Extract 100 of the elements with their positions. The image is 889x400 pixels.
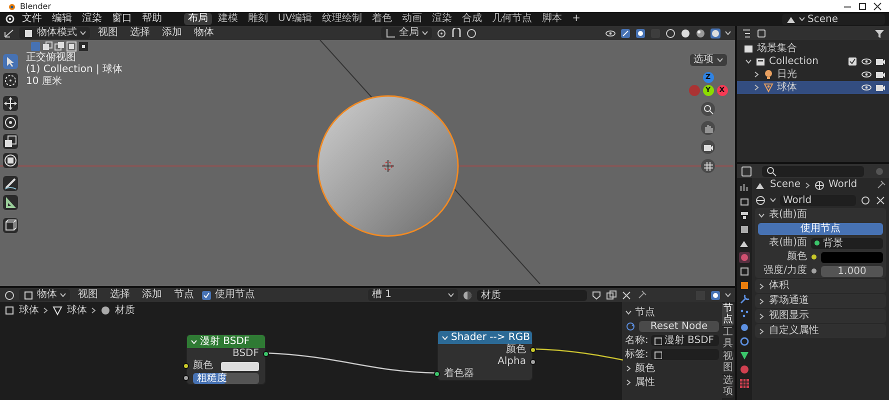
shader-node[interactable]: Shader --> RGB 颜色 Alpha 着色器	[437, 330, 533, 381]
output-tab-icon[interactable]	[739, 210, 750, 221]
menu-item[interactable]: 帮助	[138, 13, 166, 25]
breadcrumb-item[interactable]: 球体	[19, 303, 39, 317]
editor-type-icon[interactable]	[4, 28, 15, 38]
camera-icon[interactable]	[875, 56, 886, 67]
outliner-item[interactable]: 场景集合	[757, 42, 797, 54]
menu-item[interactable]: 添加	[158, 27, 186, 39]
world-icon[interactable]	[755, 194, 766, 206]
sidebar-tab[interactable]: 视图	[722, 351, 734, 374]
outliner-type-icon[interactable]	[741, 28, 752, 38]
menu-item[interactable]: 视图	[94, 27, 122, 39]
add-tool-icon[interactable]	[3, 218, 18, 233]
sidebar-tab[interactable]: 选项	[722, 375, 734, 398]
search-field[interactable]	[762, 166, 864, 176]
cube-icon[interactable]	[23, 28, 34, 38]
material-tab-icon[interactable]	[739, 364, 750, 375]
wrench-icon[interactable]	[739, 294, 750, 305]
output-socket[interactable]	[263, 351, 269, 357]
pivot-icon[interactable]	[436, 28, 447, 38]
cube-icon[interactable]	[4, 304, 15, 316]
eye-icon[interactable]	[861, 56, 872, 67]
pin-icon[interactable]	[875, 180, 886, 190]
fake-user-icon[interactable]	[860, 194, 871, 206]
world-tab-icon[interactable]	[739, 252, 750, 263]
tool-tab-icon[interactable]	[739, 182, 750, 193]
intersect-selection-icon[interactable]	[78, 41, 89, 52]
workspace-tab[interactable]: 几何节点	[488, 13, 536, 25]
label-field[interactable]	[651, 348, 719, 360]
checkbox-icon[interactable]	[847, 56, 858, 67]
breadcrumb-item[interactable]: World	[828, 179, 858, 191]
material-field[interactable]: 材质	[477, 290, 587, 300]
panel-header[interactable]: 表(曲)面	[755, 208, 886, 222]
rendered-shading-icon[interactable]	[710, 28, 721, 38]
select-tool-icon[interactable]	[3, 54, 18, 69]
outliner-item[interactable]: 球体	[777, 82, 797, 94]
scene-collection-icon[interactable]	[743, 43, 754, 54]
menu-item[interactable]: 选择	[126, 27, 154, 39]
shader-node[interactable]: 漫射 BSDF BSDF 颜色 粗糙度	[186, 334, 266, 385]
workspace-tab[interactable]: 脚本	[538, 13, 566, 25]
wireframe-shading-icon[interactable]	[665, 28, 676, 38]
strength-field[interactable]: 1.000	[821, 266, 883, 276]
workspace-tab[interactable]: UV编辑	[274, 13, 316, 25]
orientation-dropdown[interactable]: 全局	[381, 27, 432, 39]
panel-header[interactable]: 雾场通道	[755, 294, 886, 308]
properties-type-icon[interactable]	[741, 166, 752, 176]
workspace-tab[interactable]: 合成	[458, 13, 486, 25]
filter-display-icon[interactable]	[756, 28, 767, 38]
workspace-tab[interactable]: 纹理绘制	[318, 13, 366, 25]
reset-node-button[interactable]: Reset Node	[639, 320, 719, 332]
render-tab-icon[interactable]	[739, 196, 750, 207]
outliner-row[interactable]: 日光	[737, 68, 889, 81]
menu-item[interactable]: 视图	[74, 289, 102, 301]
transform-tool-icon[interactable]	[3, 153, 18, 168]
material-icon[interactable]	[100, 304, 111, 316]
camera-icon[interactable]	[875, 82, 886, 93]
maximize-icon[interactable]	[857, 0, 868, 12]
fake-user-icon[interactable]	[591, 290, 602, 300]
breadcrumb-item[interactable]: 材质	[115, 303, 135, 317]
texture-tab-icon[interactable]	[739, 378, 750, 389]
outliner-item[interactable]: Collection	[769, 56, 818, 68]
panel-header[interactable]: 颜色	[625, 362, 719, 374]
cursor-tool-icon[interactable]	[3, 73, 18, 88]
breadcrumb-item[interactable]: Scene	[770, 179, 800, 191]
menu-item[interactable]: 选择	[106, 289, 134, 301]
workspace-tab[interactable]: 渲染	[428, 13, 456, 25]
shader-field[interactable]: 背景	[811, 238, 883, 248]
mode-dropdown[interactable]: 物体模式	[19, 27, 90, 39]
eye-icon[interactable]	[861, 82, 872, 93]
eye-icon[interactable]	[861, 69, 872, 80]
menu-item[interactable]: 添加	[138, 289, 166, 301]
menu-item[interactable]: 渲染	[78, 13, 106, 25]
proportional-icon[interactable]	[466, 28, 477, 38]
use-nodes-button[interactable]: 使用节点	[758, 223, 883, 235]
overlay-toggle-icon[interactable]	[710, 290, 721, 300]
constraint-tab-icon[interactable]	[739, 336, 750, 347]
collapse-caret-icon[interactable]	[442, 336, 448, 340]
world-icon[interactable]	[814, 180, 824, 190]
color-swatch[interactable]	[221, 362, 259, 370]
mesh-icon[interactable]	[52, 304, 63, 316]
panel-header[interactable]: 属性	[625, 376, 719, 388]
menu-item[interactable]: 节点	[170, 289, 198, 301]
blender-logo-icon[interactable]	[6, 1, 16, 11]
invert-selection-icon[interactable]	[66, 41, 77, 52]
view-layer-tab-icon[interactable]	[739, 224, 750, 235]
panel-header[interactable]: 视图显示	[755, 309, 886, 323]
material-icon[interactable]	[462, 290, 473, 300]
node-editor-type-icon[interactable]	[4, 290, 15, 300]
cube-icon[interactable]	[23, 290, 34, 300]
visibility-icon[interactable]	[605, 28, 616, 38]
slot-dropdown[interactable]: 槽 1	[368, 289, 458, 301]
light-bulb-icon[interactable]	[763, 69, 774, 80]
rotate-tool-icon[interactable]	[3, 115, 18, 130]
subtract-selection-icon[interactable]	[54, 41, 65, 52]
collection-icon[interactable]	[755, 56, 766, 67]
input-socket[interactable]	[434, 371, 440, 377]
gizmo-toggle-icon[interactable]	[620, 28, 631, 38]
outliner-row[interactable]: Collection	[737, 55, 889, 68]
search-icon[interactable]	[766, 166, 777, 176]
outliner-row[interactable]: 球体	[737, 81, 889, 94]
